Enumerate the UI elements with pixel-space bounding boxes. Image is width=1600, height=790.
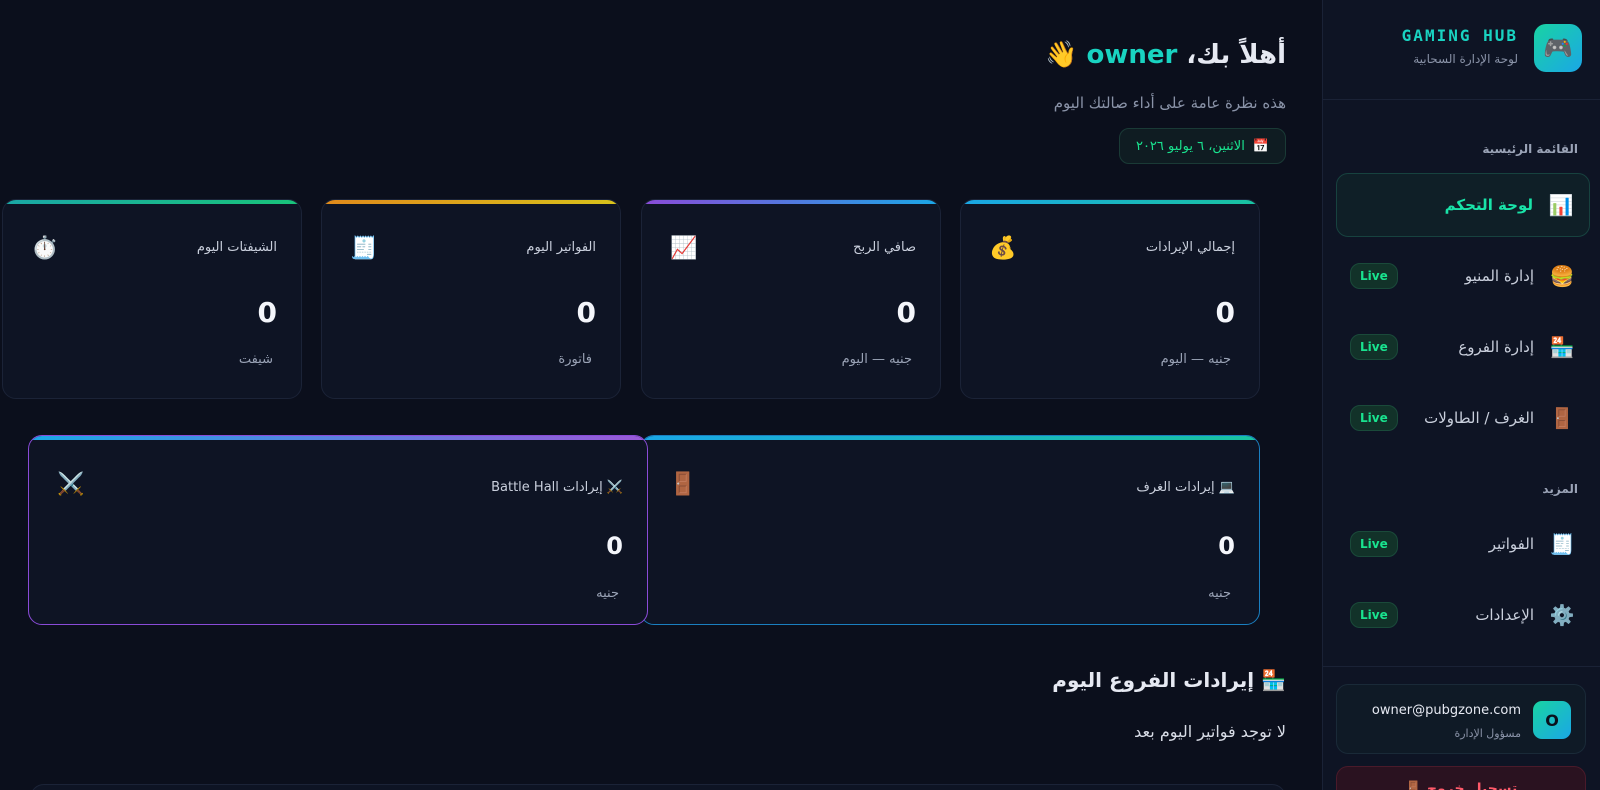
date-text: الاثنين، ٦ يوليو ٢٠٢٦: [1135, 138, 1245, 154]
card-label: 💻 إيرادات الغرف: [1136, 480, 1235, 495]
page-title: أهلاً بك، owner 👋: [1045, 40, 1286, 70]
branches-revenue-title: 🏪 إيرادات الفروع اليوم: [1052, 668, 1286, 692]
stat-label: الفواتير اليوم: [526, 240, 596, 255]
card-label: ⚔️ إيرادات Battle Hall: [491, 480, 623, 495]
card-unit: جنيه: [596, 586, 619, 601]
stat-unit: جنيه — اليوم: [841, 352, 912, 367]
sidebar-item-label: إدارة المنيو: [1464, 267, 1534, 285]
sidebar-item-label: لوحة التحكم: [1444, 196, 1533, 214]
stat-unit: شيفت: [238, 352, 273, 367]
avatar: O: [1533, 701, 1571, 739]
section-label-more: المزيد: [1542, 482, 1578, 496]
stat-label: صافي الربح: [853, 240, 916, 255]
sidebar-item-dashboard[interactable]: 📊 لوحة التحكم: [1336, 173, 1590, 237]
stat-value: 0: [576, 296, 596, 329]
greeting-text: أهلاً بك،: [1186, 40, 1286, 70]
stat-card-net-profit: صافي الربح 📈 0 جنيه — اليوم: [641, 199, 941, 399]
stat-label: الشيفتات اليوم: [196, 240, 277, 255]
door-icon: 🚪: [1549, 406, 1575, 430]
sidebar-item-branches[interactable]: 🏪 إدارة الفروع Live: [1336, 315, 1590, 379]
username-text: owner: [1086, 40, 1178, 70]
stat-card-invoices-today: الفواتير اليوم 🧾 0 فاتورة: [321, 199, 621, 399]
stat-label: إجمالي الإيرادات: [1145, 240, 1235, 255]
sidebar-item-menu[interactable]: 🍔 إدارة المنيو Live: [1336, 244, 1590, 308]
stopwatch-icon: ⏱️: [31, 236, 59, 261]
stat-value: 0: [257, 296, 277, 329]
empty-state-text: لا توجد فواتير اليوم بعد: [1134, 722, 1286, 741]
sidebar-item-settings[interactable]: ⚙️ الإعدادات Live: [1336, 583, 1590, 647]
money-bag-icon: 💰: [989, 236, 1017, 261]
stat-unit: فاتورة: [558, 352, 592, 367]
live-badge: Live: [1350, 263, 1398, 289]
stat-card-shifts-today: الشيفتات اليوم ⏱️ 0 شيفت: [2, 199, 302, 399]
sidebar-item-label: الفواتير: [1488, 535, 1534, 553]
page-subtitle: هذه نظرة عامة على أداء صالتك اليوم: [1053, 94, 1286, 112]
main-content: أهلاً بك، owner 👋 هذه نظرة عامة على أداء…: [0, 0, 1322, 790]
live-badge: Live: [1350, 602, 1398, 628]
live-badge: Live: [1350, 531, 1398, 557]
chart-up-icon: 📈: [670, 236, 698, 261]
sidebar-item-invoices[interactable]: 🧾 الفواتير Live: [1336, 512, 1590, 576]
section-label-main: القائمة الرئيسية: [1482, 142, 1578, 156]
sidebar-item-label: الغرف / الطاولات: [1424, 409, 1534, 427]
card-value: 0: [1218, 532, 1235, 560]
store-icon: 🏪: [1549, 335, 1575, 359]
sidebar: 🎮 GAMING HUB لوحة الإدارة السحابية القائ…: [1322, 0, 1600, 790]
brand-title: GAMING HUB: [1401, 26, 1518, 45]
burger-icon: 🍔: [1549, 264, 1575, 288]
gear-icon: ⚙️: [1549, 603, 1575, 627]
live-badge: Live: [1350, 334, 1398, 360]
battle-hall-revenue-card: ⚔️ إيرادات Battle Hall ⚔️ 0 جنيه: [28, 435, 648, 625]
live-badge: Live: [1350, 405, 1398, 431]
bar-chart-icon: 📊: [1548, 193, 1574, 217]
gamepad-icon: 🎮: [1534, 24, 1582, 72]
branches-table-card: [30, 784, 1286, 790]
wave-icon: 👋: [1045, 40, 1078, 70]
calendar-icon: 📅: [1252, 138, 1269, 154]
sidebar-item-label: الإعدادات: [1475, 606, 1534, 624]
sidebar-item-rooms[interactable]: 🚪 الغرف / الطاولات Live: [1336, 386, 1590, 450]
rooms-revenue-card: 💻 إيرادات الغرف 🚪 0 جنيه: [640, 435, 1260, 625]
sidebar-divider: [1322, 666, 1600, 667]
card-unit: جنيه: [1208, 586, 1231, 601]
stat-value: 0: [896, 296, 916, 329]
crossed-swords-icon: ⚔️: [57, 472, 85, 497]
date-badge: 📅 الاثنين، ٦ يوليو ٢٠٢٦: [1118, 128, 1286, 164]
user-role: مسؤول الإدارة: [1454, 727, 1521, 740]
door-icon: 🚪: [669, 472, 697, 497]
user-card[interactable]: O owner@pubgzone.com مسؤول الإدارة: [1336, 684, 1586, 754]
sidebar-item-label: إدارة الفروع: [1458, 338, 1534, 356]
logout-button[interactable]: 🚪 تسجيل خروج: [1336, 766, 1586, 790]
stat-card-total-revenue: إجمالي الإيرادات 💰 0 جنيه — اليوم: [960, 199, 1260, 399]
brand-header: 🎮 GAMING HUB لوحة الإدارة السحابية: [1322, 0, 1600, 100]
receipt-icon: 🧾: [350, 236, 378, 261]
stat-value: 0: [1215, 296, 1235, 329]
brand-subtitle: لوحة الإدارة السحابية: [1413, 52, 1518, 66]
receipt-icon: 🧾: [1549, 532, 1575, 556]
user-email: owner@pubgzone.com: [1371, 703, 1521, 718]
card-value: 0: [606, 532, 623, 560]
stat-unit: جنيه — اليوم: [1160, 352, 1231, 367]
